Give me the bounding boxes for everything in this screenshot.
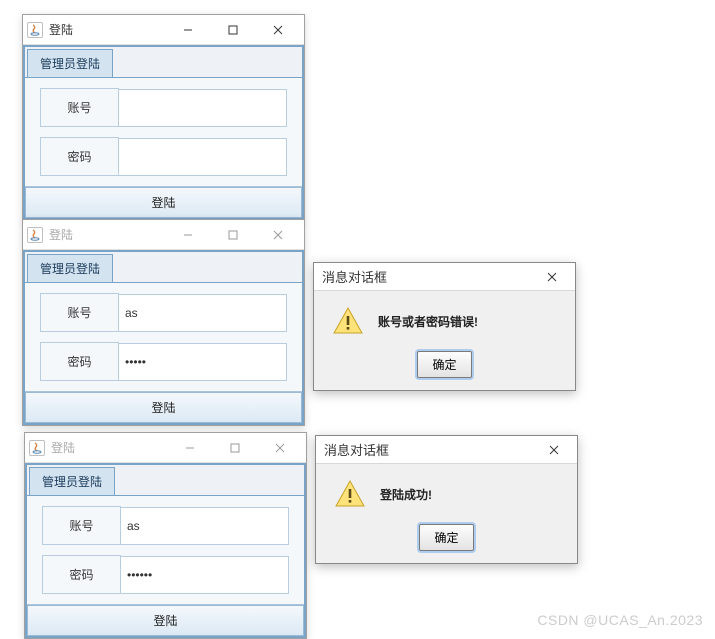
maximize-button[interactable] [212,434,257,462]
account-input[interactable] [119,294,287,332]
warning-icon [332,305,364,337]
dialog-message: 账号或者密码错误! [378,313,478,330]
java-icon [27,227,43,243]
account-label: 账号 [42,506,121,545]
maximize-button[interactable] [210,221,255,249]
ok-button[interactable]: 确定 [417,351,471,378]
password-label: 密码 [40,342,119,381]
close-button[interactable] [255,221,300,249]
ok-button[interactable]: 确定 [419,524,473,551]
tab-admin-login[interactable]: 管理员登陆 [27,49,113,77]
window-title: 登陆 [49,226,165,243]
close-button[interactable] [537,265,567,289]
minimize-button[interactable] [165,16,210,44]
dialog-message: 登陆成功! [380,486,432,503]
warning-icon [334,478,366,510]
password-label: 密码 [40,137,119,176]
close-button[interactable] [539,438,569,462]
titlebar[interactable]: 登陆 [23,15,304,45]
dialog-titlebar[interactable]: 消息对话框 [316,436,577,464]
titlebar[interactable]: 登陆 [23,220,304,250]
dialog-title: 消息对话框 [324,440,389,459]
close-button[interactable] [255,16,300,44]
message-dialog: 消息对话框 账号或者密码错误! 确定 [313,262,576,391]
minimize-button[interactable] [165,221,210,249]
window-title: 登陆 [49,21,165,38]
login-window: 登陆 管理员登陆 账号 密码 登陆 [22,219,305,426]
dialog-titlebar[interactable]: 消息对话框 [314,263,575,291]
account-input[interactable] [121,507,289,545]
account-input[interactable] [119,89,287,127]
account-label: 账号 [40,88,119,127]
close-button[interactable] [257,434,302,462]
dialog-title: 消息对话框 [322,267,387,286]
password-input[interactable] [121,556,289,594]
password-input[interactable] [119,343,287,381]
java-icon [29,440,45,456]
login-button[interactable]: 登陆 [25,392,302,423]
password-input[interactable] [119,138,287,176]
message-dialog: 消息对话框 登陆成功! 确定 [315,435,578,564]
login-window: 登陆 管理员登陆 账号 密码 登陆 [24,432,307,639]
minimize-button[interactable] [167,434,212,462]
login-button[interactable]: 登陆 [27,605,304,636]
tab-admin-login[interactable]: 管理员登陆 [29,467,115,495]
maximize-button[interactable] [210,16,255,44]
window-title: 登陆 [51,439,167,456]
java-icon [27,22,43,38]
login-window: 登陆 管理员登陆 账号 密码 登陆 [22,14,305,221]
account-label: 账号 [40,293,119,332]
password-label: 密码 [42,555,121,594]
watermark: CSDN @UCAS_An.2023 [537,612,703,628]
titlebar[interactable]: 登陆 [25,433,306,463]
login-button[interactable]: 登陆 [25,187,302,218]
tab-admin-login[interactable]: 管理员登陆 [27,254,113,282]
